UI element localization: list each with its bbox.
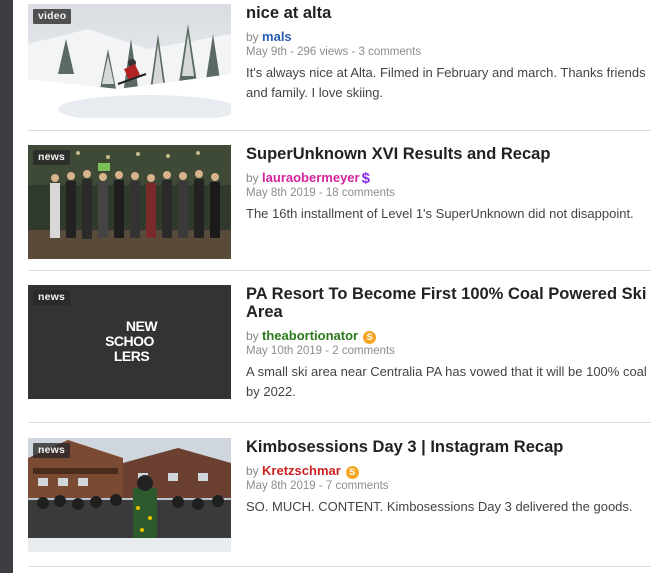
article-thumbnail[interactable]: video	[28, 4, 231, 118]
article-title[interactable]: Kimbosessions Day 3 | Instagram Recap	[246, 438, 651, 456]
article-meta: May 8th 2019 - 7 comments	[246, 480, 389, 492]
author-link[interactable]: mals	[262, 29, 292, 44]
article-title[interactable]: PA Resort To Become First 100% Coal Powe…	[246, 285, 651, 321]
article-byline: by lauraobermeyer $	[246, 169, 651, 187]
author-link[interactable]: Kretzschmar	[262, 463, 341, 478]
newschoolers-logo: NEW SCHOO LERS	[105, 318, 158, 364]
article-title[interactable]: nice at alta	[246, 4, 651, 22]
article-description: It's always nice at Alta. Filmed in Febr…	[246, 65, 646, 100]
author-link[interactable]: lauraobermeyer	[262, 170, 360, 185]
by-label: by	[246, 329, 259, 343]
divider	[28, 422, 651, 423]
by-label: by	[246, 30, 259, 44]
article-info: nice at alta by mals May 9th - 296 views…	[246, 4, 651, 103]
divider	[28, 130, 651, 131]
article-thumbnail[interactable]: NEW SCHOO LERS news	[28, 285, 231, 399]
article-meta: May 8th 2019 - 18 comments	[246, 187, 395, 199]
supporter-coin-icon: S	[363, 331, 377, 344]
divider	[28, 566, 651, 567]
article-thumbnail[interactable]: news	[28, 145, 231, 259]
category-badge: news	[33, 150, 71, 165]
author-link[interactable]: theabortionator	[262, 328, 358, 343]
article-info: Kimbosessions Day 3 | Instagram Recap by…	[246, 438, 651, 517]
category-badge: video	[33, 9, 72, 24]
article-byline: by theabortionator S	[246, 327, 651, 344]
article-meta: May 10th 2019 - 2 comments	[246, 345, 395, 357]
article-byline: by mals	[246, 28, 651, 45]
divider	[28, 270, 651, 271]
by-label: by	[246, 464, 259, 478]
article-info: SuperUnknown XVI Results and Recap by la…	[246, 145, 651, 224]
article-title[interactable]: SuperUnknown XVI Results and Recap	[246, 145, 651, 163]
article-description: A small ski area near Centralia PA has v…	[246, 364, 647, 399]
left-sidebar-bar	[0, 0, 13, 573]
dollar-icon: $	[361, 170, 370, 187]
article-description: SO. MUCH. CONTENT. Kimbosessions Day 3 d…	[246, 499, 633, 514]
article-thumbnail[interactable]: news	[28, 438, 231, 552]
by-label: by	[246, 171, 259, 185]
article-info: PA Resort To Become First 100% Coal Powe…	[246, 285, 651, 402]
category-badge: news	[33, 443, 71, 458]
category-badge: news	[33, 290, 71, 305]
article-meta: May 9th - 296 views - 3 comments	[246, 46, 422, 58]
supporter-coin-icon: S	[345, 466, 359, 479]
article-description: The 16th installment of Level 1's SuperU…	[246, 206, 634, 221]
article-byline: by Kretzschmar S	[246, 462, 651, 479]
